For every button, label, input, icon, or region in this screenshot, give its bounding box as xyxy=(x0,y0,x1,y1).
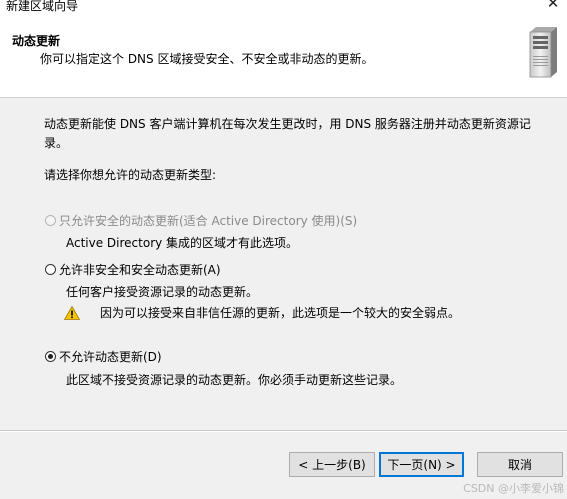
close-icon[interactable]: ✕ xyxy=(545,0,561,11)
title-bar: 新建区域向导 ✕ xyxy=(0,0,567,17)
page-subtitle: 你可以指定这个 DNS 区域接受安全、不安全或非动态的更新。 xyxy=(40,52,374,66)
option-nonsecure-and-secure-label[interactable]: 允许非安全和安全动态更新(A) xyxy=(59,261,221,278)
prompt-text: 请选择你想允许的动态更新类型: xyxy=(44,168,217,182)
watermark: CSDN @小李爱小锦 xyxy=(463,482,564,495)
option-nonsecure-and-secure[interactable]: 允许非安全和安全动态更新(A) xyxy=(45,261,221,278)
warning-text: 因为可以接受来自非信任源的更新，此选项是一个较大的安全弱点。 xyxy=(100,306,461,320)
option-no-dynamic-update-description: 此区域不接受资源记录的动态更新。你必须手动更新这些记录。 xyxy=(66,373,403,387)
footer-divider xyxy=(0,430,567,432)
option-secure-only-description: Active Directory 集成的区域才有此选项。 xyxy=(66,236,299,250)
wizard-header: 动态更新 你可以指定这个 DNS 区域接受安全、不安全或非动态的更新。 xyxy=(0,17,567,98)
cancel-button[interactable]: 取消 xyxy=(477,452,563,477)
option-secure-only-label: 只允许安全的动态更新(适合 Active Directory 使用)(S) xyxy=(59,214,358,228)
option-nonsecure-and-secure-description: 任何客户接受资源记录的动态更新。 xyxy=(66,285,259,299)
next-button[interactable]: 下一页(N) > xyxy=(379,452,464,477)
option-no-dynamic-update[interactable]: 不允许动态更新(D) xyxy=(45,348,162,365)
warning-row: 因为可以接受来自非信任源的更新，此选项是一个较大的安全弱点。 xyxy=(64,304,460,321)
wizard-content: 动态更新能使 DNS 客户端计算机在每次发生更改时，用 DNS 服务器注册并动态… xyxy=(0,98,567,430)
radio-no-dynamic-update[interactable] xyxy=(45,351,56,362)
radio-secure-only xyxy=(45,215,56,226)
option-secure-only: 只允许安全的动态更新(适合 Active Directory 使用)(S) xyxy=(45,212,357,229)
intro-text: 动态更新能使 DNS 客户端计算机在每次发生更改时，用 DNS 服务器注册并动态… xyxy=(44,117,531,150)
warning-icon xyxy=(64,305,80,320)
window-title: 新建区域向导 xyxy=(6,0,79,13)
back-button[interactable]: < 上一步(B) xyxy=(289,452,375,477)
option-no-dynamic-update-label[interactable]: 不允许动态更新(D) xyxy=(59,348,162,365)
page-title: 动态更新 xyxy=(12,34,61,48)
radio-nonsecure-and-secure[interactable] xyxy=(45,264,56,275)
server-icon xyxy=(529,27,557,78)
